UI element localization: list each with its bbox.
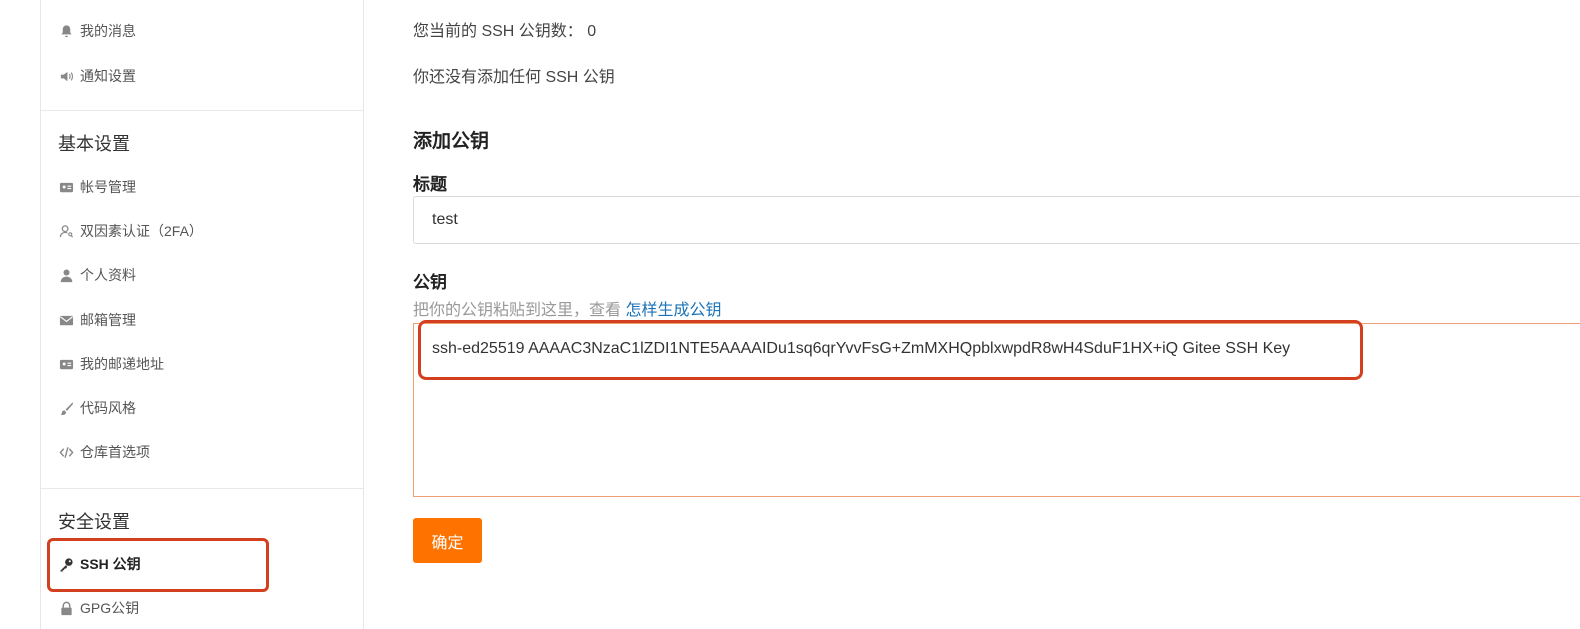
sidebar-item-label: 代码风格 [80, 400, 136, 416]
settings-sidebar: 我的消息 通知设置 基本设置 帐号管理 双因素认证（2FA） 个人资料 邮箱管理 [40, 0, 364, 629]
submit-button[interactable]: 确定 [413, 518, 482, 563]
ssh-keys-panel: 您当前的 SSH 公钥数： 0 你还没有添加任何 SSH 公钥 添加公钥 标题 … [413, 0, 1580, 629]
section-title-security: 安全设置 [58, 512, 130, 532]
sidebar-item-label: 我的消息 [80, 23, 136, 39]
bell-icon [58, 23, 74, 39]
title-field-label: 标题 [413, 175, 447, 194]
sidebar-item-2fa[interactable]: 双因素认证（2FA） [58, 219, 203, 243]
sidebar-item-address[interactable]: 我的邮递地址 [58, 352, 164, 376]
id-card-icon [58, 179, 74, 195]
address-card-icon [58, 356, 74, 372]
sidebar-item-label: 通知设置 [80, 68, 136, 84]
key-hint: 把你的公钥粘贴到这里，查看 怎样生成公钥 [413, 296, 721, 320]
user-icon [58, 267, 74, 283]
sidebar-item-account[interactable]: 帐号管理 [58, 175, 136, 199]
sidebar-item-label: 邮箱管理 [80, 312, 136, 328]
add-key-heading: 添加公钥 [413, 131, 490, 152]
sidebar-item-notification-settings[interactable]: 通知设置 [58, 64, 136, 88]
ssh-key-count-value: 0 [587, 23, 597, 40]
annotation-highlight-ssh-nav [47, 538, 269, 592]
divider [41, 110, 363, 111]
lock-icon [58, 600, 74, 616]
sidebar-item-messages[interactable]: 我的消息 [58, 19, 136, 43]
key-hint-text: 把你的公钥粘贴到这里，查看 [413, 302, 622, 319]
sidebar-item-label: 双因素认证（2FA） [80, 223, 203, 239]
sidebar-item-label: 帐号管理 [80, 179, 136, 195]
user-key-icon [58, 223, 74, 239]
divider [41, 488, 363, 489]
sidebar-item-code-style[interactable]: 代码风格 [58, 396, 136, 420]
title-input[interactable]: test [413, 196, 1580, 244]
sidebar-item-label: 个人资料 [80, 267, 136, 283]
how-to-generate-key-link[interactable]: 怎样生成公钥 [625, 302, 721, 319]
sidebar-item-label: 我的邮递地址 [80, 356, 164, 372]
sidebar-item-email[interactable]: 邮箱管理 [58, 308, 136, 332]
ssh-key-count: 您当前的 SSH 公钥数： 0 [413, 17, 596, 41]
sidebar-item-profile[interactable]: 个人资料 [58, 263, 136, 287]
paintbrush-icon [58, 400, 74, 416]
key-field-label: 公钥 [413, 273, 447, 292]
sidebar-item-label: GPG公钥 [80, 600, 140, 616]
section-title-basic: 基本设置 [58, 134, 130, 154]
code-icon [58, 444, 74, 460]
sidebar-item-repo-preferences[interactable]: 仓库首选项 [58, 440, 150, 464]
speaker-icon [58, 68, 74, 84]
annotation-highlight-key [418, 320, 1363, 380]
sidebar-item-gpg-keys[interactable]: GPG公钥 [58, 596, 139, 620]
empty-message: 你还没有添加任何 SSH 公钥 [413, 69, 615, 86]
sidebar-item-label: 仓库首选项 [80, 444, 150, 460]
envelope-icon [58, 312, 74, 328]
ssh-key-count-label: 您当前的 SSH 公钥数： [413, 23, 583, 40]
